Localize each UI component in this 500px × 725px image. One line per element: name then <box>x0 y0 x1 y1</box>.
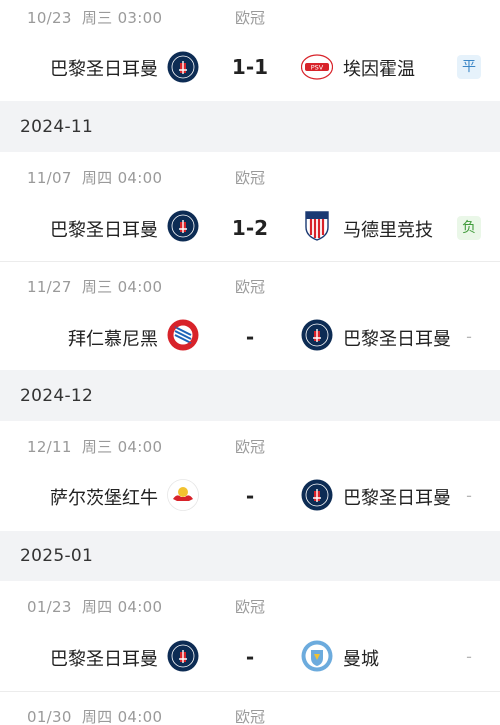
competition-label: 欧冠 <box>235 438 266 456</box>
month-header: 2024-12 <box>0 370 500 421</box>
match-card[interactable]: 10/23 周三 03:00 欧冠 巴黎圣日耳曼 1-1 PSV 埃因霍温 平 <box>0 0 500 101</box>
match-datetime: 11/27 周三 04:00 <box>27 278 163 296</box>
bayern-logo-icon <box>167 319 199 351</box>
month-label: 2025-01 <box>20 546 94 566</box>
match-score: - <box>245 484 255 508</box>
match-score: - <box>245 325 255 349</box>
match-card[interactable]: 11/07 周四 04:00 欧冠 巴黎圣日耳曼 1-2 马德里竞技 负 <box>0 152 500 262</box>
away-team-name: 巴黎圣日耳曼 <box>343 329 451 350</box>
result-badge: - <box>466 647 472 666</box>
month-header: 2025-01 <box>0 531 500 581</box>
atletico-logo-icon <box>301 209 333 241</box>
month-header: 2024-11 <box>0 101 500 152</box>
result-badge: - <box>466 327 472 346</box>
match-card[interactable]: 01/30 周四 04:00 欧冠 <box>0 692 500 725</box>
match-score: 1-1 <box>231 55 269 79</box>
salzburg-logo-icon <box>167 479 199 511</box>
home-team-name: 萨尔茨堡红牛 <box>50 488 158 509</box>
away-team-name: 曼城 <box>343 649 379 670</box>
svg-text:PSV: PSV <box>311 64 324 72</box>
psg-logo-icon <box>301 479 333 511</box>
psg-logo-icon <box>167 640 199 672</box>
mancity-logo-icon <box>301 640 333 672</box>
match-datetime: 01/23 周四 04:00 <box>27 598 163 616</box>
away-team-name: 埃因霍温 <box>343 59 415 80</box>
competition-label: 欧冠 <box>235 169 266 187</box>
match-card[interactable]: 12/11 周三 04:00 欧冠 萨尔茨堡红牛 - 巴黎圣日耳曼 - <box>0 421 500 531</box>
match-card[interactable]: 11/27 周三 04:00 欧冠 拜仁慕尼黑 - 巴黎圣日耳曼 - <box>0 262 500 370</box>
result-badge: 负 <box>457 216 481 240</box>
competition-label: 欧冠 <box>235 278 266 296</box>
away-team-name: 巴黎圣日耳曼 <box>343 488 451 509</box>
month-label: 2024-11 <box>20 117 94 137</box>
result-badge: 平 <box>457 55 481 79</box>
match-datetime: 12/11 周三 04:00 <box>27 438 163 456</box>
match-score: 1-2 <box>231 216 269 240</box>
result-badge: - <box>466 486 472 505</box>
match-score: - <box>245 645 255 669</box>
competition-label: 欧冠 <box>235 9 266 27</box>
competition-label: 欧冠 <box>235 708 266 725</box>
match-card[interactable]: 01/23 周四 04:00 欧冠 巴黎圣日耳曼 - 曼城 - <box>0 581 500 692</box>
month-label: 2024-12 <box>20 386 94 406</box>
psg-logo-icon <box>301 319 333 351</box>
home-team-name: 拜仁慕尼黑 <box>68 329 158 350</box>
away-team-name: 马德里竞技 <box>343 220 433 241</box>
psv-logo-icon: PSV <box>301 51 333 83</box>
home-team-name: 巴黎圣日耳曼 <box>50 59 158 80</box>
home-team-name: 巴黎圣日耳曼 <box>50 649 158 670</box>
match-datetime: 01/30 周四 04:00 <box>27 708 163 725</box>
home-team-name: 巴黎圣日耳曼 <box>50 220 158 241</box>
competition-label: 欧冠 <box>235 598 266 616</box>
match-datetime: 10/23 周三 03:00 <box>27 9 163 27</box>
match-datetime: 11/07 周四 04:00 <box>27 169 163 187</box>
psg-logo-icon <box>167 51 199 83</box>
psg-logo-icon <box>167 210 199 242</box>
